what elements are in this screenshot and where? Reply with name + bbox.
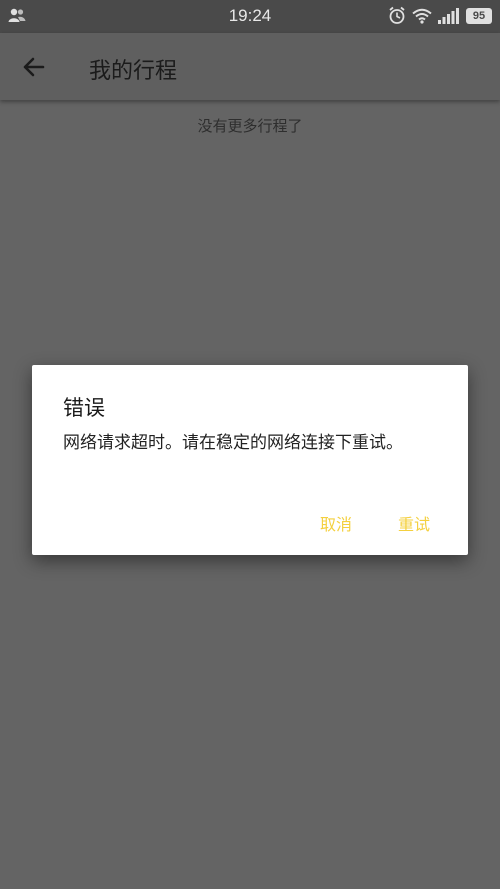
- status-bar: 19:24 95: [0, 0, 500, 33]
- signal-icon: [438, 8, 460, 28]
- retry-button[interactable]: 重试: [398, 511, 430, 535]
- alarm-icon: [388, 6, 406, 29]
- wifi-icon: [412, 8, 432, 28]
- app-bar: 我的行程: [0, 33, 500, 100]
- cancel-button[interactable]: 取消: [320, 511, 352, 535]
- dialog-title: 错误: [63, 396, 105, 420]
- battery-icon: 95: [466, 8, 492, 24]
- error-dialog: 错误 网络请求超时。请在稳定的网络连接下重试。 取消 重试: [32, 365, 468, 555]
- dialog-message: 网络请求超时。请在稳定的网络连接下重试。: [63, 433, 403, 453]
- back-arrow-icon[interactable]: [18, 51, 50, 83]
- page-title: 我的行程: [89, 59, 178, 84]
- empty-list-message: 没有更多行程了: [197, 117, 303, 135]
